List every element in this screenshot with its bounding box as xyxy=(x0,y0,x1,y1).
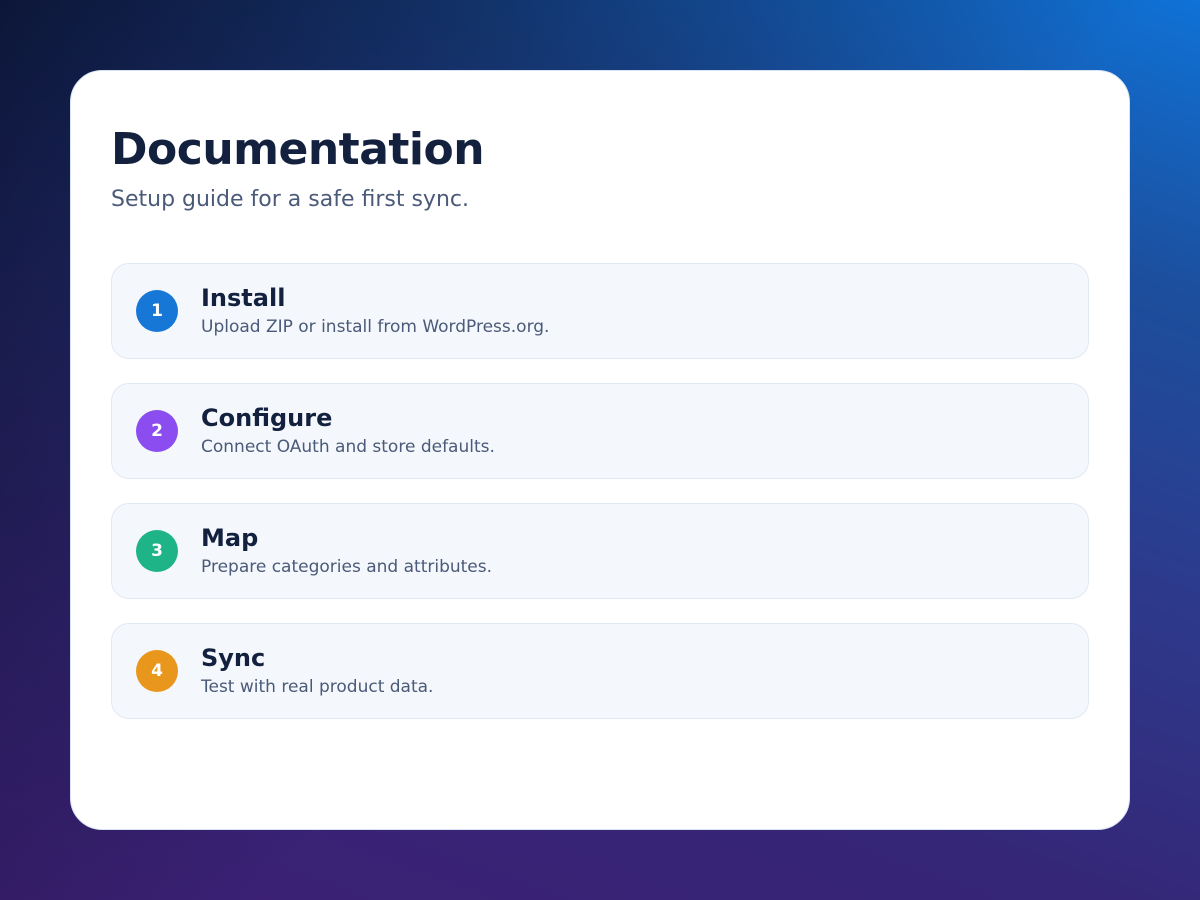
step-text: Install Upload ZIP or install from WordP… xyxy=(201,283,549,339)
step-number-badge: 1 xyxy=(136,290,178,332)
step-description: Test with real product data. xyxy=(201,677,434,697)
step-description: Prepare categories and attributes. xyxy=(201,557,493,577)
step-text: Sync Test with real product data. xyxy=(201,643,433,699)
step-title: Configure xyxy=(201,404,333,432)
documentation-card: Documentation Setup guide for a safe fir… xyxy=(70,70,1130,830)
step-number-badge: 3 xyxy=(136,530,178,572)
step-item-configure: 2 Configure Connect OAuth and store defa… xyxy=(111,383,1089,479)
steps-list: 1 Install Upload ZIP or install from Wor… xyxy=(111,263,1089,719)
step-number-badge: 4 xyxy=(136,650,178,692)
step-title: Install xyxy=(201,284,286,312)
page-title: Documentation xyxy=(111,124,485,175)
page-subtitle: Setup guide for a safe first sync. xyxy=(111,187,469,212)
step-description: Connect OAuth and store defaults. xyxy=(201,437,495,457)
step-text: Map Prepare categories and attributes. xyxy=(201,523,492,579)
step-description: Upload ZIP or install from WordPress.org… xyxy=(201,317,550,337)
step-title: Map xyxy=(201,524,259,552)
step-item-sync: 4 Sync Test with real product data. xyxy=(111,623,1089,719)
step-text: Configure Connect OAuth and store defaul… xyxy=(201,403,495,459)
step-number-badge: 2 xyxy=(136,410,178,452)
step-title: Sync xyxy=(201,644,266,672)
step-item-install: 1 Install Upload ZIP or install from Wor… xyxy=(111,263,1089,359)
step-item-map: 3 Map Prepare categories and attributes. xyxy=(111,503,1089,599)
